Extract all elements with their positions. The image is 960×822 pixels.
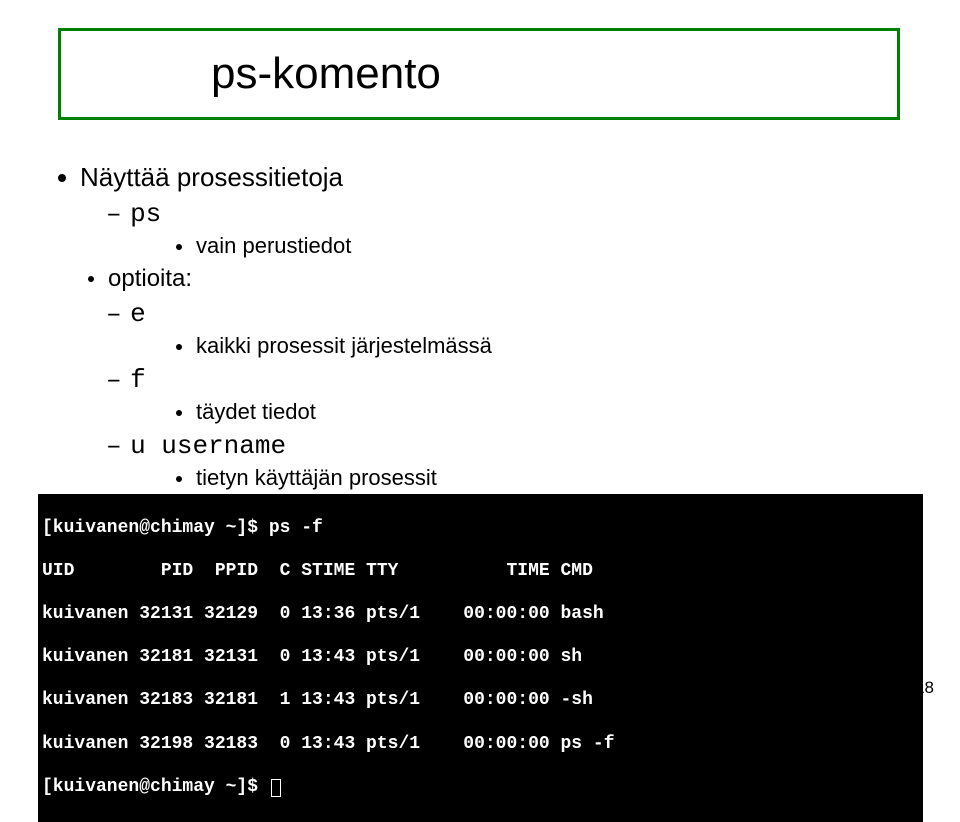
terminal-line: UID PID PPID C STIME TTY TIME CMD [42,561,919,583]
bullet-opt-u: – u username [106,431,900,461]
page-number: 18 [915,678,934,698]
slide-title: ps-komento [211,49,441,99]
bullet-opt-e: – e [106,299,900,329]
bullet-icon [176,244,182,250]
ps-desc-text: vain perustiedot [196,233,351,259]
bullet-main: Näyttää prosessitietoja [58,162,900,193]
title-box: ps-komento [58,28,900,120]
terminal-line: [kuivanen@chimay ~]$ ps -f [42,518,919,540]
terminal-output: [kuivanen@chimay ~]$ ps -f UID PID PPID … [38,494,923,822]
bullet-icon [58,174,66,182]
terminal-line: kuivanen 32183 32181 1 13:43 pts/1 00:00… [42,690,919,712]
dash-icon: – [106,299,122,329]
bullet-icon [88,276,94,282]
terminal-prompt: [kuivanen@chimay ~]$ [42,777,269,797]
terminal-line: kuivanen 32198 32183 0 13:43 pts/1 00:00… [42,734,919,756]
bullet-opt-f: – f [106,365,900,395]
opt-u-desc-text: tietyn käyttäjän prosessit [196,465,437,491]
bullet-icon [176,476,182,482]
opt-u-code: u username [130,431,286,461]
slide-content: Näyttää prosessitietoja – ps vain perust… [58,162,900,493]
opt-e-desc-text: kaikki prosessit järjestelmässä [196,333,492,359]
dash-icon: – [106,365,122,395]
terminal-line: kuivanen 32131 32129 0 13:36 pts/1 00:00… [42,604,919,626]
bullet-main-text: Näyttää prosessitietoja [80,162,343,193]
bullet-opt-f-desc: täydet tiedot [176,399,900,425]
dash-icon: – [106,199,122,229]
bullet-options: optioita: [88,265,900,293]
bullet-ps-desc: vain perustiedot [176,233,900,259]
opt-f-desc-text: täydet tiedot [196,399,316,425]
cursor-icon [271,779,281,797]
bullet-opt-e-desc: kaikki prosessit järjestelmässä [176,333,900,359]
bullet-cmd-ps: – ps [106,199,900,229]
opt-f-code: f [130,365,146,395]
dash-icon: – [106,431,122,461]
terminal-prompt-line: [kuivanen@chimay ~]$ [42,777,919,799]
cmd-ps: ps [130,199,161,229]
terminal-line: kuivanen 32181 32131 0 13:43 pts/1 00:00… [42,647,919,669]
options-label: optioita: [108,265,192,293]
bullet-icon [176,410,182,416]
bullet-opt-u-desc: tietyn käyttäjän prosessit [176,465,900,491]
bullet-icon [176,344,182,350]
opt-e-code: e [130,299,146,329]
